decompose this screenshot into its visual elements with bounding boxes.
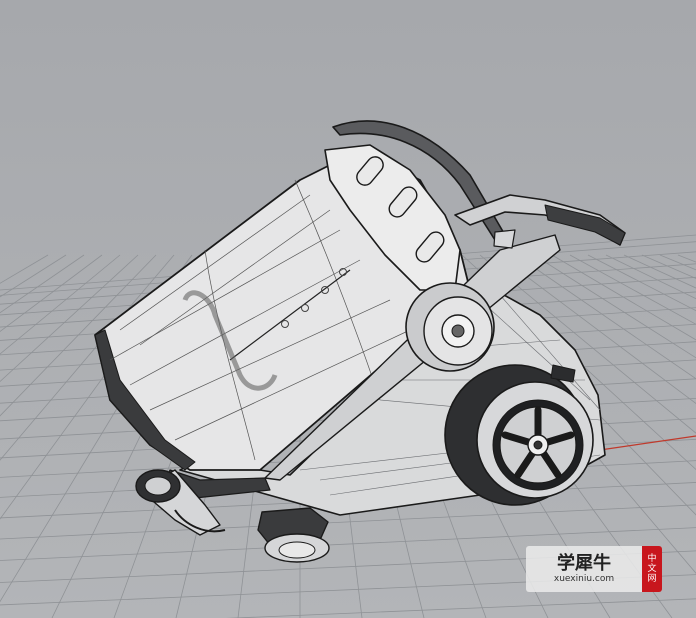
grid-line [0, 254, 139, 383]
grid-line [0, 254, 67, 298]
handle-clip [493, 229, 516, 249]
watermark-badge-char: 文 [647, 564, 657, 574]
front-caster [257, 507, 330, 563]
x-axis-line [599, 435, 696, 451]
rhino-perspective-viewport[interactable]: 学犀牛 xuexiniu.com 中 文 网 [0, 0, 696, 618]
watermark-logo: 学犀牛 xuexiniu.com 中 文 网 [526, 546, 662, 592]
watermark-title: 学犀牛 [557, 552, 611, 574]
watermark-badge-char: 中 [647, 554, 657, 564]
grid-line [226, 598, 696, 618]
vacuum-model[interactable] [94, 120, 626, 563]
watermark-badge: 中 文 网 [642, 546, 662, 592]
watermark-domain: xuexiniu.com [553, 573, 615, 584]
grid-line [0, 254, 103, 332]
watermark-badge-char: 网 [647, 574, 657, 584]
scene-canvas [0, 120, 696, 618]
upper-wheel [405, 282, 495, 372]
